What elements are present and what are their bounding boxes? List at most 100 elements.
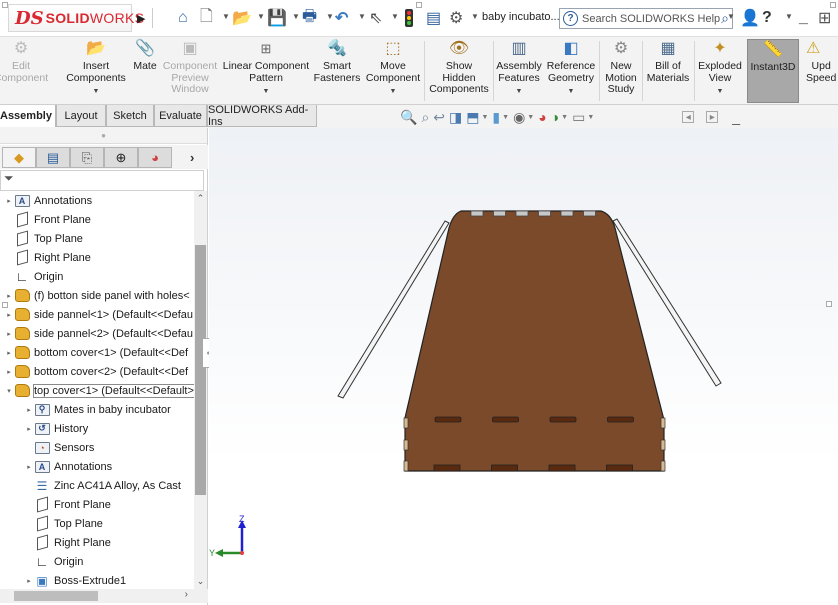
new-motion-study-button[interactable]: ⚙ New Motion Study (602, 39, 640, 103)
expand-arrow-icon[interactable]: ▸ (4, 330, 14, 338)
print-dropdown-caret[interactable]: ▼ (326, 12, 334, 21)
tree-item[interactable]: Right Plane (0, 248, 194, 267)
search-dropdown-caret[interactable]: ▼ (727, 12, 735, 21)
view-settings-icon[interactable]: ▭ ▼ (572, 109, 594, 126)
tree-item[interactable]: ▸ side pannel<1> (Default<<Defau (0, 305, 194, 324)
options-dropdown-caret[interactable]: ▼ (471, 12, 479, 21)
tree-item[interactable]: ▸ bottom cover<1> (Default<<Def (0, 343, 194, 362)
graphics-area[interactable]: Z Y (209, 128, 838, 605)
tree-filter[interactable]: ⏷ (0, 170, 204, 191)
tree-item[interactable]: ☰ Zinc AC41A Alloy, As Cast (0, 476, 194, 495)
move-component-button[interactable]: ⬚ Move Component ▼ (364, 39, 422, 103)
more-tabs-chevron-icon[interactable]: › (190, 150, 194, 165)
expand-menu-arrow-icon[interactable]: ▶ (137, 8, 145, 28)
tab-layout[interactable]: Layout (56, 105, 106, 127)
next-viewport-icon[interactable]: ▸ (706, 111, 719, 123)
home-icon[interactable]: ⌂ (178, 8, 188, 28)
file-properties-icon[interactable]: ▤ (426, 8, 441, 28)
tree-item[interactable]: ▸ ▣ Boss-Extrude1 (0, 571, 194, 589)
print-icon[interactable]: 🖶 (302, 8, 317, 28)
component-preview-window-button[interactable]: ▣ Component Preview Window (161, 39, 219, 103)
zoom-to-fit-icon[interactable]: 🔍 (400, 109, 417, 126)
rebuild-traffic-light-icon[interactable] (405, 8, 413, 28)
minimize-viewport-icon[interactable]: _ (732, 109, 740, 125)
expand-arrow-icon[interactable]: ▸ (24, 463, 34, 471)
pane-splitter[interactable]: ● (0, 128, 207, 144)
tab-solidworks-add-ins[interactable]: SOLIDWORKS Add-Ins (207, 104, 317, 128)
open-dropdown-caret[interactable]: ▼ (257, 12, 265, 21)
hide-show-items-icon[interactable]: ◉ ▼ (513, 109, 534, 126)
expand-arrow-icon[interactable]: ▸ (4, 311, 14, 319)
open-folder-icon[interactable]: 📂 (232, 8, 252, 28)
smart-fasteners-button[interactable]: 🔩 Smart Fasteners (314, 39, 361, 103)
gear-icon[interactable]: ⚙ (449, 8, 463, 28)
property-manager-tab-icon[interactable]: ▤ (36, 147, 70, 168)
tree-item[interactable]: Right Plane (0, 533, 194, 552)
expand-arrow-icon[interactable]: ▸ (4, 368, 14, 376)
expand-arrow-icon[interactable]: ▸ (4, 349, 14, 357)
tree-item[interactable]: Top Plane (0, 229, 194, 248)
tree-item[interactable]: ▾ top cover<1> (Default<<Default> (0, 381, 194, 400)
tab-sketch[interactable]: Sketch (106, 105, 154, 127)
dropdown-caret[interactable]: ▼ (263, 86, 270, 98)
tree-item[interactable]: ▸ ↺ History (0, 419, 194, 438)
dropdown-caret[interactable]: ▼ (390, 86, 397, 98)
feature-manager-tab-icon[interactable]: ◆ (2, 147, 36, 168)
new-dropdown-caret[interactable]: ▼ (222, 12, 230, 21)
tree-item[interactable]: ∟ Origin (0, 552, 194, 571)
tree-horizontal-scrollbar[interactable]: › (0, 589, 208, 603)
search-help-input[interactable]: ? Search SOLIDWORKS Help ⌕ (559, 8, 733, 29)
tree-item[interactable]: ▸ ⚲ Mates in baby incubator (0, 400, 194, 419)
apply-scene-icon[interactable]: ◑ ▼ (551, 109, 568, 125)
previous-view-icon[interactable]: ↩ (433, 109, 445, 126)
tree-item[interactable]: Front Plane (0, 210, 194, 229)
tree-item[interactable]: ▸ A Annotations (0, 191, 194, 210)
tree-item[interactable]: ◔ Sensors (0, 438, 194, 457)
tree-item[interactable]: ∟ Origin (0, 267, 194, 286)
help-icon[interactable]: ? (762, 8, 772, 28)
undo-icon[interactable]: ↶ (335, 8, 348, 28)
tab-assembly[interactable]: Assembly (0, 105, 56, 127)
tree-item[interactable]: Top Plane (0, 514, 194, 533)
restore-window-icon[interactable]: ⊞ (818, 8, 831, 28)
scroll-right-icon[interactable]: › (185, 589, 188, 600)
expand-arrow-icon[interactable]: ▸ (24, 406, 34, 414)
expand-arrow-icon[interactable]: ▸ (4, 197, 14, 205)
insert-components-button[interactable]: 📂 Insert Components ▼ (64, 39, 128, 103)
expand-arrow-icon[interactable]: ▸ (4, 292, 14, 300)
dropdown-caret[interactable]: ▼ (568, 86, 575, 98)
reference-geometry-button[interactable]: ◧ Reference Geometry ▼ (545, 39, 597, 103)
tree-item[interactable]: ▸ side pannel<2> (Default<<Defau (0, 324, 194, 343)
view-orientation-icon[interactable]: ⬒ ▼ (466, 109, 488, 126)
tree-item[interactable]: ▸ A Annotations (0, 457, 194, 476)
configuration-manager-tab-icon[interactable]: ⎘ (70, 147, 104, 168)
instant3d-button[interactable]: 📏 Instant3D (747, 39, 799, 103)
tree-vertical-scrollbar[interactable]: ⌃ ⌄ (194, 191, 207, 589)
tree-item[interactable]: Front Plane (0, 495, 194, 514)
select-cursor-icon[interactable]: ⇖ (369, 8, 382, 28)
tab-evaluate[interactable]: Evaluate (154, 105, 207, 127)
tree-item[interactable]: ▸ bottom cover<2> (Default<<Def (0, 362, 194, 381)
dropdown-caret[interactable]: ▼ (93, 86, 100, 98)
solidworks-logo[interactable]: DS SOLIDWORKS (8, 4, 144, 32)
dropdown-caret[interactable]: ▼ (516, 86, 523, 98)
assembly-features-button[interactable]: ▥ Assembly Features ▼ (496, 39, 542, 103)
minimize-icon[interactable]: _ (799, 8, 808, 28)
show-hidden-components-button[interactable]: 👁 Show Hidden Components (428, 39, 490, 103)
linear-component-pattern-button[interactable]: ⊞ Linear Component Pattern ▼ (222, 39, 310, 103)
save-dropdown-caret[interactable]: ▼ (292, 12, 300, 21)
scroll-down-icon[interactable]: ⌄ (194, 576, 207, 587)
edit-appearance-icon[interactable]: ◕ (538, 109, 546, 125)
expand-arrow-icon[interactable]: ▸ (24, 425, 34, 433)
edit-component-button[interactable]: ⚙ Edit Component (0, 39, 48, 103)
collapse-arrow-icon[interactable]: ▾ (4, 387, 14, 395)
help-dropdown-caret[interactable]: ▼ (785, 12, 793, 21)
dimxpert-manager-tab-icon[interactable]: ⊕ (104, 147, 138, 168)
undo-dropdown-caret[interactable]: ▼ (358, 12, 366, 21)
section-view-icon[interactable]: ◨ (449, 109, 462, 126)
new-document-icon[interactable]: 🗋 (200, 8, 213, 28)
previous-viewport-icon[interactable]: ◂ (682, 111, 695, 123)
display-style-icon[interactable]: ▮ ▼ (492, 109, 509, 126)
tree-item[interactable]: ▸ (f) botton side panel with holes< (0, 286, 194, 305)
zoom-to-area-icon[interactable]: ⌕ (421, 109, 429, 126)
